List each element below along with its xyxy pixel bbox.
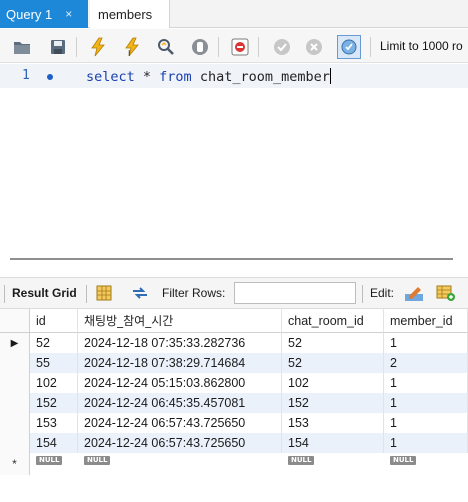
toolbar-separator — [258, 37, 259, 57]
table-cell[interactable]: 1 — [384, 433, 468, 453]
grid-layout-icon[interactable] — [94, 283, 114, 303]
tab-bar: Query 1 × members — [0, 0, 468, 28]
insert-row-icon[interactable] — [436, 283, 456, 303]
table-cell[interactable]: 154 — [282, 433, 384, 453]
close-icon[interactable]: × — [65, 7, 72, 21]
result-grid-tab[interactable]: Result Grid — [12, 278, 77, 308]
rollback-icon[interactable] — [304, 37, 324, 57]
toolbar-separator — [76, 37, 77, 57]
tab-query-1-label: Query 1 — [6, 6, 53, 22]
table-cell[interactable]: 2024-12-24 06:45:35.457081 — [78, 393, 282, 413]
null-cell[interactable]: NULL — [282, 453, 384, 467]
explain-icon[interactable] — [156, 37, 176, 57]
sql-table-name: chat_room_member — [191, 69, 330, 85]
column-header-joined-at[interactable]: 채팅방_참여_시간 — [78, 309, 282, 333]
execute-current-icon[interactable]: I — [122, 37, 142, 57]
table-cell[interactable]: 2024-12-18 07:35:33.282736 — [78, 333, 282, 353]
stop-on-error-icon[interactable] — [230, 37, 250, 57]
null-badge: NULL — [36, 455, 63, 465]
execute-icon[interactable] — [88, 37, 108, 57]
table-cell[interactable]: 153 — [282, 413, 384, 433]
filter-rows-label: Filter Rows: — [162, 286, 226, 300]
toolbar-separator — [4, 285, 5, 303]
null-badge: NULL — [84, 455, 111, 465]
row-selector[interactable] — [0, 433, 30, 453]
current-row-arrow-icon: ▶ — [10, 337, 19, 349]
table-cell[interactable]: 2024-12-24 05:15:03.862800 — [78, 373, 282, 393]
toolbar-separator — [218, 37, 219, 57]
svg-text:I: I — [128, 49, 130, 57]
statement-marker-icon — [47, 74, 53, 80]
table-cell[interactable]: 1 — [384, 333, 468, 353]
current-line: 1 select * from chat_room_member — [0, 64, 468, 88]
result-grid[interactable]: id 채팅방_참여_시간 chat_room_id member_id ▶ 52 2… — [0, 309, 468, 502]
query-toolbar: I Limit to 1000 ro — [0, 29, 468, 63]
row-selector[interactable] — [0, 393, 30, 413]
autocommit-icon[interactable] — [337, 35, 361, 59]
refresh-icon[interactable] — [130, 283, 150, 303]
table-cell[interactable]: 154 — [30, 433, 78, 453]
text-caret — [329, 68, 331, 84]
null-badge: NULL — [390, 455, 417, 465]
null-badge: NULL — [288, 455, 315, 465]
panel-splitter[interactable] — [10, 258, 453, 260]
edit-label: Edit: — [370, 286, 395, 300]
column-header-chat-room-id[interactable]: chat_room_id — [282, 309, 384, 333]
toolbar-separator — [370, 37, 371, 57]
null-cell[interactable]: NULL — [78, 453, 282, 467]
sql-editor[interactable]: 1 select * from chat_room_member — [0, 64, 468, 254]
null-cell[interactable]: NULL — [30, 453, 78, 467]
new-row-marker: * — [0, 453, 30, 475]
table-cell[interactable]: 152 — [282, 393, 384, 413]
tab-members[interactable]: members — [90, 0, 170, 28]
row-gutter-header — [0, 309, 30, 333]
table-cell[interactable]: 1 — [384, 413, 468, 433]
table-cell[interactable]: 52 — [282, 333, 384, 353]
toolbar-separator — [362, 285, 363, 303]
table-cell[interactable]: 1 — [384, 393, 468, 413]
result-toolbar: Result Grid Filter Rows: Edit: — [0, 277, 468, 309]
sql-keyword: from — [159, 69, 192, 85]
tab-members-label: members — [98, 6, 153, 22]
sql-code[interactable]: select * from chat_room_member — [86, 68, 331, 85]
filter-rows-input[interactable] — [234, 282, 356, 304]
row-selector[interactable]: ▶ — [0, 333, 30, 353]
table-cell[interactable]: 153 — [30, 413, 78, 433]
stop-icon[interactable] — [190, 37, 210, 57]
table-cell[interactable]: 2024-12-24 06:57:43.725650 — [78, 433, 282, 453]
table-cell[interactable]: 2 — [384, 353, 468, 373]
line-number: 1 — [22, 68, 30, 83]
row-selector[interactable] — [0, 373, 30, 393]
sql-keyword: select — [86, 69, 135, 85]
toolbar-separator — [86, 285, 87, 303]
row-selector[interactable] — [0, 413, 30, 433]
table-cell[interactable]: 102 — [30, 373, 78, 393]
table-cell[interactable]: 102 — [282, 373, 384, 393]
table-cell[interactable]: 152 — [30, 393, 78, 413]
table-cell[interactable]: 52 — [282, 353, 384, 373]
column-header-id[interactable]: id — [30, 309, 78, 333]
table-cell[interactable]: 55 — [30, 353, 78, 373]
table-cell[interactable]: 52 — [30, 333, 78, 353]
tab-query-1[interactable]: Query 1 × — [0, 0, 88, 28]
save-icon[interactable] — [48, 37, 68, 57]
table-cell[interactable]: 2024-12-18 07:38:29.714684 — [78, 353, 282, 373]
limit-rows-select[interactable]: Limit to 1000 ro — [380, 29, 463, 63]
edit-row-icon[interactable] — [404, 283, 424, 303]
sql-operator: * — [134, 69, 160, 85]
column-header-member-id[interactable]: member_id — [384, 309, 468, 333]
table-cell[interactable]: 2024-12-24 06:57:43.725650 — [78, 413, 282, 433]
row-selector[interactable] — [0, 353, 30, 373]
table-cell[interactable]: 1 — [384, 373, 468, 393]
open-folder-icon[interactable] — [12, 37, 32, 57]
commit-icon[interactable] — [272, 37, 292, 57]
null-cell[interactable]: NULL — [384, 453, 468, 467]
